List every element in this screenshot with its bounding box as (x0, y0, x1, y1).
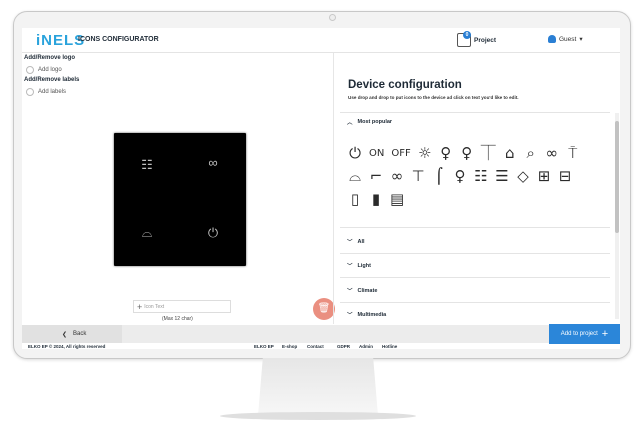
bulb-alt-icon[interactable]: ♀ (453, 168, 467, 185)
floor-lamp-icon[interactable]: ⍑ (566, 145, 580, 162)
divider (340, 253, 610, 254)
guest-menu[interactable]: Guest ▾ (548, 35, 583, 43)
fan-icon[interactable]: ∞ (198, 155, 228, 170)
monitor-base (220, 412, 416, 420)
back-button[interactable]: ❮ Back (22, 325, 122, 343)
checkbox-circle (26, 66, 34, 74)
section-all[interactable]: ﹀ All (347, 238, 365, 246)
chevron-down-icon: ﹀ (347, 240, 353, 246)
project-label: Project (474, 36, 497, 44)
footer-link-elko[interactable]: ELKO EP (254, 344, 274, 349)
user-icon (548, 35, 556, 43)
monitor-stand (258, 358, 378, 416)
lamp-icon[interactable]: ⌓ (132, 225, 162, 241)
add-logo-checkbox[interactable]: Add logo (26, 66, 62, 74)
window-icon[interactable]: ⊞ (537, 168, 551, 185)
bulb-outline-icon[interactable]: ♀ (460, 145, 474, 162)
ventilation-icon[interactable]: ∞ (390, 168, 404, 185)
chevron-left-icon: ❮ (62, 331, 68, 338)
footer-link-eshop[interactable]: E-shop (282, 344, 297, 349)
window-open-icon[interactable]: ◇ (516, 168, 530, 185)
section-label: Climate (357, 288, 378, 294)
action-bar: ❮ Back Add to project + (22, 324, 620, 344)
plus-icon: + (601, 328, 609, 340)
app-screen: iNELS ICONS CONFIGURATOR 0 Project Guest… (22, 28, 620, 349)
labels-section-title: Add/Remove labels (24, 77, 80, 83)
scrollbar-thumb[interactable] (615, 121, 619, 233)
section-light[interactable]: ﹀ Light (347, 262, 371, 270)
desk-lamp-icon[interactable]: ⌐ (369, 168, 383, 185)
arc-lamp-icon[interactable]: ⌠ (432, 168, 446, 185)
back-label: Back (73, 331, 87, 337)
project-icon: 0 (457, 31, 471, 47)
chevron-down-icon: ﹀ (347, 313, 353, 319)
fan-icon[interactable]: ∞ (545, 145, 559, 162)
blind-icon[interactable]: ☷ (132, 157, 162, 173)
power-icon[interactable]: ⏻ (348, 145, 362, 162)
chevron-down-icon: ▾ (579, 36, 583, 43)
footer-link-contact[interactable]: Contact (307, 344, 324, 349)
add-to-project-label: Add to project (560, 331, 598, 337)
divider (340, 277, 610, 278)
app-header: iNELS ICONS CONFIGURATOR 0 Project Guest… (22, 28, 620, 53)
section-label: Multimedia (357, 312, 387, 318)
divider (340, 302, 610, 303)
footer-link-hotline[interactable]: Hotline (382, 344, 397, 349)
curtain-half-icon[interactable]: ▮ (369, 191, 383, 208)
monitor-frame: iNELS ICONS CONFIGURATOR 0 Project Guest… (13, 11, 631, 359)
ceiling-lamp-icon[interactable]: ⌂ (503, 145, 517, 162)
lamp-icon[interactable]: ⌓ (348, 168, 362, 185)
trash-icon[interactable]: 🗑 (313, 298, 335, 320)
project-button[interactable]: 0 Project (457, 31, 497, 47)
add-labels-label: Add labels (38, 89, 67, 95)
blind-icon[interactable]: ☷ (474, 168, 488, 185)
footer-link-admin[interactable]: Admin (359, 344, 373, 349)
guest-label: Guest (559, 35, 577, 43)
sun-dimmer-icon[interactable]: ☼ (418, 145, 432, 162)
preview-panel: Add/Remove logo Add logo Add/Remove labe… (22, 53, 327, 324)
copyright-text: ELKO EP © 2024, All rights reserved (28, 344, 106, 349)
project-count-badge: 0 (463, 31, 471, 39)
pendant-lamp-icon[interactable]: ⏉ (481, 145, 496, 162)
device-preview-panel[interactable]: ☷ ∞ ⌓ ⏻ (114, 133, 246, 266)
device-config-title: Device configuration (348, 79, 462, 91)
section-label: Light (357, 263, 371, 269)
plus-icon: + (137, 301, 143, 312)
footer-link-gdpr[interactable]: GDPR (337, 344, 350, 349)
icon-text-input[interactable]: + Icon Text (133, 300, 231, 313)
spot-lamp-icon[interactable]: ⌕ (524, 145, 538, 162)
section-most-popular[interactable]: ︿ Most popular (347, 118, 392, 126)
shutter-icon[interactable]: ⊟ (558, 168, 572, 185)
webcam (329, 14, 336, 21)
app-title: ICONS CONFIGURATOR (78, 36, 159, 43)
chevron-down-icon: ﹀ (347, 289, 353, 295)
icon-palette: ⏻ ON OFF ☼ ♀ ♀ ⏉ ⌂ ⌕ ∞ ⍑ ⌓ ⌐ ∞ ⊤ ⌠ ♀ ☷ ☰… (348, 145, 614, 214)
logo-section-title: Add/Remove logo (24, 55, 76, 61)
blind-half-icon[interactable]: ☰ (495, 168, 509, 185)
divider (340, 227, 610, 228)
add-labels-checkbox[interactable]: Add labels (26, 88, 66, 96)
add-logo-label: Add logo (38, 67, 62, 73)
garage-door-icon[interactable]: ▤ (390, 191, 404, 208)
section-multimedia[interactable]: ﹀ Multimedia (347, 311, 386, 319)
curtain-icon[interactable]: ▯ (348, 191, 362, 208)
icon-text-placeholder: Icon Text (144, 303, 165, 310)
bulb-icon[interactable]: ♀ (439, 145, 453, 162)
section-climate[interactable]: ﹀ Climate (347, 287, 377, 295)
on-text-icon[interactable]: ON (369, 145, 384, 162)
device-config-subtitle: Use drop and drop to put icons to the de… (348, 95, 519, 100)
table-lamp-icon[interactable]: ⊤ (411, 168, 425, 185)
section-label: Most popular (357, 119, 393, 125)
section-label: All (357, 239, 365, 245)
checkbox-circle (26, 88, 34, 96)
site-footer: ELKO EP © 2024, All rights reserved ELKO… (22, 343, 620, 349)
chevron-down-icon: ﹀ (347, 264, 353, 270)
off-text-icon[interactable]: OFF (391, 145, 410, 162)
divider (340, 112, 610, 113)
max-char-hint: (Max 12 char) (162, 316, 193, 322)
power-icon[interactable]: ⏻ (198, 225, 228, 241)
device-configuration-panel: Device configuration Use drop and drop t… (333, 53, 620, 324)
add-to-project-button[interactable]: Add to project + (549, 324, 620, 344)
chevron-up-icon: ︿ (347, 120, 353, 126)
